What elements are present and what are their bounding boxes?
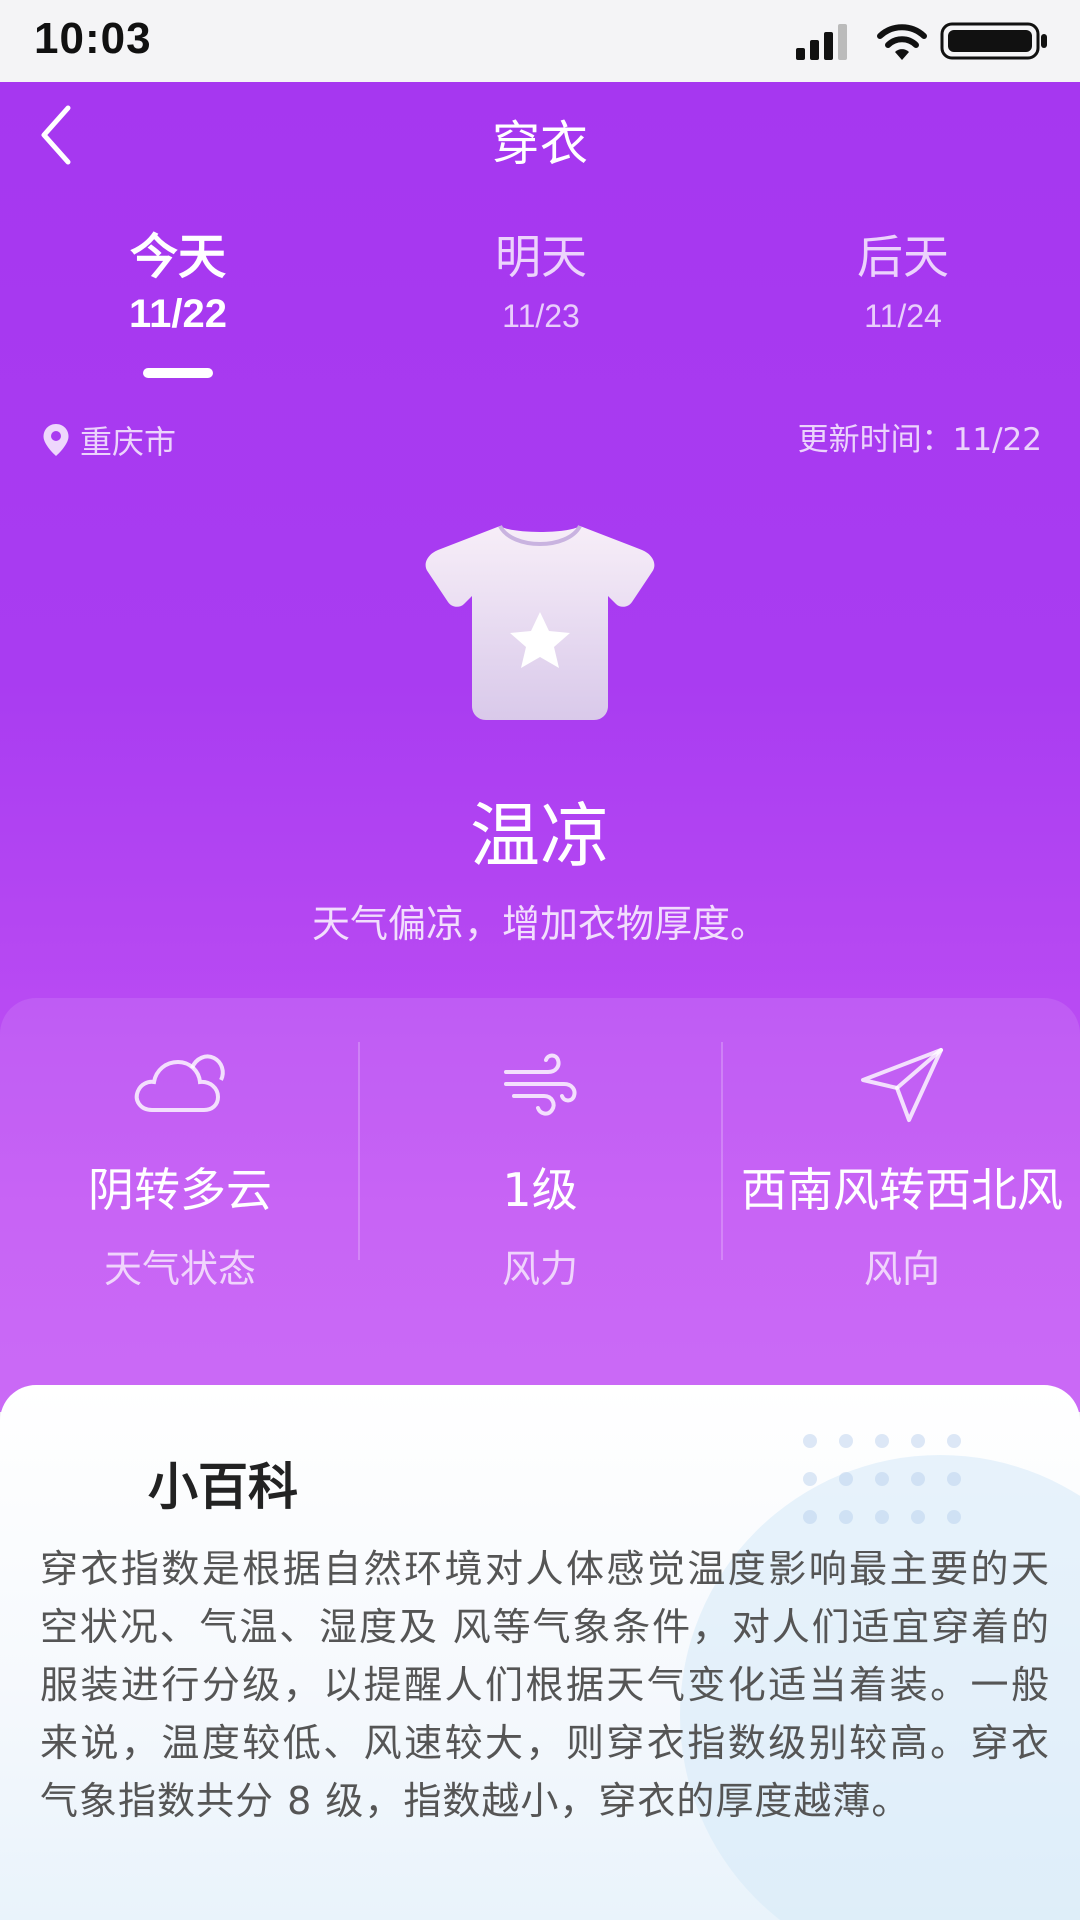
tab-tomorrow-name: 明天 [495,230,587,284]
update-time: 更新时间：11/22 [797,422,1042,458]
battery-icon [940,22,1047,60]
tab-day-after-date: 11/24 [864,298,942,334]
wind-force-item: 1级 风力 [360,1040,720,1293]
wind-force-value: 1级 [502,1163,578,1217]
tab-today-date: 11/22 [129,292,227,336]
navigation-arrow-icon [861,1048,943,1122]
signal-icon [796,24,847,60]
tab-today-name: 今天 [129,229,226,285]
wind-direction-item: 西南风转西北风 风向 [722,1040,1080,1293]
encyclopedia-text: 穿衣指数是根据自然环境对人体感觉温度影响最主要的天空状况、气温、湿度及 风等气象… [40,1547,1050,1823]
encyclopedia-title: 小百科 [148,1458,298,1516]
encyclopedia-card: 小百科 穿衣指数是根据自然环境对人体感觉温度影响最主要的天空状况、气温、湿度及 … [0,1385,1080,1920]
page-title: 穿衣 [491,116,588,172]
tab-day-after-tomorrow[interactable]: 后天 11/24 [793,226,1013,335]
status-time: 10:03 [34,14,152,63]
location[interactable]: 重庆市 [42,418,176,462]
weather-status-item: 阴转多云 天气状态 [0,1040,360,1293]
wind-icon [504,1053,577,1116]
tab-today[interactable]: 今天 11/22 [68,226,288,337]
tab-indicator [143,368,213,378]
wind-direction-label: 风向 [863,1247,940,1291]
index-description: 天气偏凉，增加衣物厚度。 [311,902,768,946]
weather-status-label: 天气状态 [103,1247,256,1291]
cloud-icon [134,1054,225,1112]
tshirt-star-icon [425,524,655,720]
wifi-icon [877,24,927,60]
status-bar: 10:03 [0,0,1080,82]
decorative-dots [803,1434,961,1524]
tab-tomorrow[interactable]: 明天 11/23 [431,226,651,335]
wind-direction-value: 西南风转西北风 [741,1163,1063,1217]
location-city: 重庆市 [80,423,177,461]
wind-force-label: 风力 [501,1247,578,1291]
weather-status-value: 阴转多云 [88,1163,272,1217]
location-pin-icon [43,424,69,456]
tab-day-after-name: 后天 [857,230,949,284]
tab-tomorrow-date: 11/23 [502,298,580,334]
index-level: 温凉 [470,795,610,877]
